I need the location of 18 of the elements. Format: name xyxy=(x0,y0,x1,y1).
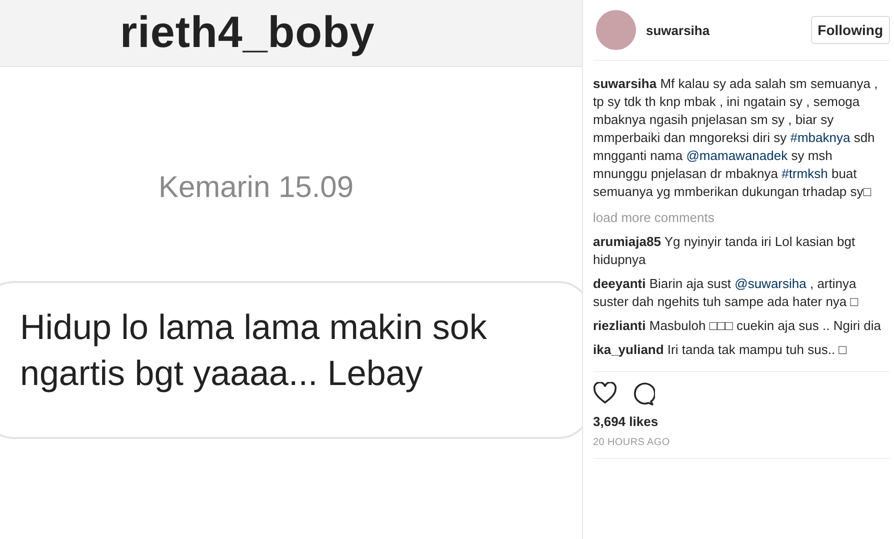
following-button[interactable]: Following xyxy=(810,16,890,44)
chat-title: rieth4_boby xyxy=(120,8,375,58)
likes-count: 3,694 likes xyxy=(593,414,658,429)
hashtag-link[interactable]: #mbaknya xyxy=(790,130,850,145)
post-time: 20 HOURS AGO xyxy=(593,437,670,448)
comment-icon[interactable] xyxy=(631,382,655,406)
message-timestamp: Kemarin 15.09 xyxy=(158,171,354,204)
message-bubble: Hidup lo lama lama makin sok ngartis bgt yaaaa... Lebay xyxy=(0,281,582,439)
heart-icon[interactable] xyxy=(593,382,617,404)
comment: ika_yuliand Iri tanda tak mampu tuh sus.. □ xyxy=(593,341,848,359)
comment: arumiaja85 Yg nyinyir tanda iri Lol kasian bgt hidupnya xyxy=(593,233,856,269)
comment: riezlianti Masbuloh □□□ cuekin aja sus .. Ngiri dia xyxy=(593,317,882,335)
hashtag-link[interactable]: #trmksh xyxy=(782,166,828,181)
mention-link[interactable]: @suwarsiha xyxy=(734,276,806,291)
comment: deeyanti Biarin aja sust @suwarsiha , artinya suster dah ngehits tuh sampe ada hater nya □ xyxy=(593,275,860,311)
mention-link[interactable]: @mamawanadek xyxy=(686,148,788,163)
caption-text: suwarsiha Mf kalau sy ada salah sm semuanya , tp sy tdk th knp mbak , ini ngatain sy , semoga mbaknya ngasih pnjelasan sm sy , biar sy mmperbaiki dan mngoreksi diri sy #mbaknya sdh mngganti nama @mamawanadek sy msh mnunggu pnjelasan dr mbaknya #trmksh buat semuanya yg mmberikan dukungan trhadap sy□ xyxy=(593,75,879,201)
username[interactable]: suwarsiha xyxy=(646,22,801,38)
